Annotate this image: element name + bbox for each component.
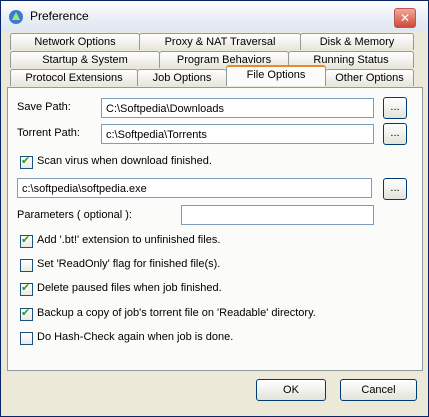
ok-button[interactable]: OK (256, 379, 326, 401)
backup-torrent-label: Backup a copy of job's torrent file on '… (37, 307, 316, 319)
tab-job-options[interactable]: Job Options (137, 69, 227, 86)
readonly-flag-label: Set 'ReadOnly' flag for finished file(s)… (37, 258, 221, 270)
app-logo-icon (9, 10, 23, 24)
hash-check-label: Do Hash-Check again when job is done. (37, 331, 234, 343)
save-path-input[interactable]: C:\Softpedia\Downloads (101, 98, 374, 118)
tab-proxy-nat-traversal[interactable]: Proxy & NAT Traversal (139, 33, 301, 50)
title-bar[interactable]: Preference ✕ (1, 1, 428, 31)
save-path-browse-button[interactable]: ... (383, 97, 407, 119)
file-options-panel: Save Path: C:\Softpedia\Downloads ... To… (7, 87, 423, 371)
cancel-button[interactable]: Cancel (340, 379, 417, 401)
scan-virus-label: Scan virus when download finished. (37, 155, 212, 167)
tab-protocol-extensions[interactable]: Protocol Extensions (10, 69, 138, 86)
parameters-input[interactable] (181, 205, 374, 225)
torrent-path-input[interactable]: c:\Softpedia\Torrents (101, 124, 374, 144)
virus-scanner-browse-button[interactable]: ... (383, 178, 407, 200)
close-icon: ✕ (399, 11, 411, 25)
tab-file-options[interactable]: File Options (226, 65, 326, 86)
preference-window: Preference ✕ Network Options Proxy & NAT… (0, 0, 429, 417)
tab-startup-system[interactable]: Startup & System (10, 51, 160, 68)
backup-torrent-checkbox[interactable] (20, 306, 33, 321)
delete-paused-files-checkbox[interactable] (20, 281, 33, 296)
tab-disk-memory[interactable]: Disk & Memory (300, 33, 414, 50)
parameters-label: Parameters ( optional ): (17, 209, 132, 221)
tab-other-options[interactable]: Other Options (325, 69, 414, 86)
close-button[interactable]: ✕ (394, 8, 416, 28)
window-title: Preference (30, 9, 89, 23)
torrent-path-browse-button[interactable]: ... (383, 123, 407, 145)
delete-paused-files-label: Delete paused files when job finished. (37, 282, 222, 294)
save-path-label: Save Path: (17, 101, 71, 113)
readonly-flag-checkbox[interactable] (20, 259, 33, 272)
torrent-path-label: Torrent Path: (17, 127, 80, 139)
virus-scanner-path-input[interactable]: c:\softpedia\softpedia.exe (17, 178, 372, 198)
scan-virus-checkbox[interactable] (20, 154, 33, 169)
tab-network-options[interactable]: Network Options (10, 33, 140, 50)
hash-check-checkbox[interactable] (20, 332, 33, 345)
add-bt-extension-label: Add '.bt!' extension to unfinished files… (37, 234, 221, 246)
add-bt-extension-checkbox[interactable] (20, 233, 33, 248)
